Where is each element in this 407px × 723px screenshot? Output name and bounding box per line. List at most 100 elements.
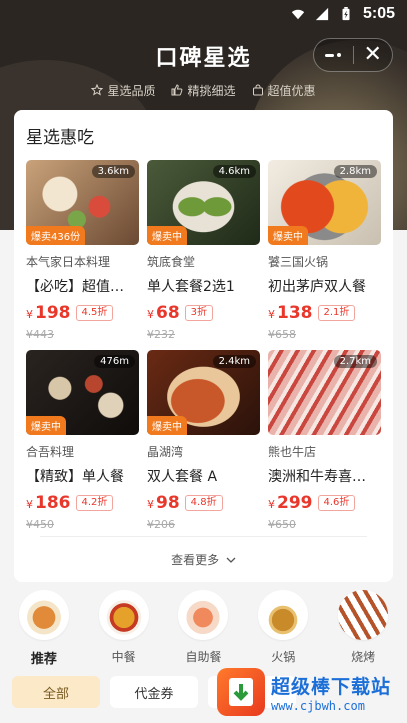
thumbs-up-icon [171, 84, 183, 96]
distance-badge: 3.6km [91, 165, 135, 178]
category-label: 火锅 [271, 650, 296, 664]
sales-badge: 爆卖中 [147, 416, 187, 435]
deal-title: 单人套餐2选1 [147, 279, 235, 295]
deal-price: ¥198 [26, 303, 71, 323]
feature-tags: 星选品质 精挑细选 超值优惠 [0, 80, 407, 100]
deal-item[interactable]: 2.4km 爆卖中 晶湖湾 双人套餐 A ¥98 4.8折 ¥206 [147, 350, 260, 531]
price-row: ¥186 4.2折 [26, 493, 139, 513]
shop-name: 筑底食堂 [147, 255, 196, 269]
recommend-food-icon [18, 590, 69, 640]
feature-quality: 星选品质 [91, 82, 155, 99]
deal-item[interactable]: 4.6km 爆卖中 筑底食堂 单人套餐2选1 ¥68 3折 ¥232 [147, 160, 260, 341]
feature-value: 超值优惠 [252, 82, 316, 99]
shop-name: 晶湖湾 [147, 445, 184, 459]
category-recommend[interactable]: 推荐 [8, 590, 80, 670]
original-price: ¥650 [268, 518, 296, 531]
shop-name: 本气家日本料理 [26, 255, 111, 269]
category-bbq[interactable]: 烧烤 [327, 590, 399, 670]
card-title: 星选惠吃 [26, 128, 94, 148]
deal-price: ¥186 [26, 493, 71, 513]
chinese-food-icon [98, 590, 149, 640]
buffet-food-icon [178, 590, 229, 640]
price-row: ¥138 2.1折 [268, 303, 381, 323]
mini-program-capsule: ✕ [313, 38, 393, 72]
status-time: 5:05 [362, 5, 395, 22]
distance-badge: 2.7km [333, 355, 377, 368]
deal-title: 【精致】单人餐 [26, 469, 124, 485]
price-row: ¥299 4.6折 [268, 493, 381, 513]
wifi-icon [291, 9, 305, 20]
deal-title: 初出茅庐双人餐 [268, 279, 366, 295]
more-dot-icon [325, 53, 335, 57]
deal-item[interactable]: 2.8km 爆卖中 饕三国火锅 初出茅庐双人餐 ¥138 2.1折 ¥658 [268, 160, 381, 341]
distance-badge: 476m [94, 355, 135, 368]
category-hotpot[interactable]: 火锅 [247, 590, 319, 670]
deal-image: 3.6km 爆卖436份 [26, 160, 139, 245]
distance-badge: 2.8km [333, 165, 377, 178]
price-row: ¥198 4.5折 [26, 303, 139, 323]
feature-label: 精挑细选 [187, 83, 236, 98]
watermark-url: www.cjbwh.com [271, 698, 365, 713]
sales-badge: 爆卖中 [147, 226, 187, 245]
feature-label: 星选品质 [107, 83, 156, 98]
category-buffet[interactable]: 自助餐 [167, 590, 239, 670]
deal-price: ¥299 [268, 493, 313, 513]
battery-icon [342, 7, 350, 21]
deal-price: ¥98 [147, 493, 180, 513]
shop-name: 熊也牛店 [268, 445, 317, 459]
sales-badge: 爆卖中 [268, 226, 308, 245]
distance-badge: 4.6km [212, 165, 256, 178]
bbq-skewer-icon [338, 590, 389, 640]
discount-tag: 3折 [184, 305, 214, 321]
divider [40, 536, 367, 537]
original-price: ¥443 [26, 328, 54, 341]
distance-badge: 2.4km [212, 355, 256, 368]
close-button[interactable]: ✕ [353, 38, 392, 72]
see-more-label: 查看更多 [171, 553, 220, 567]
price-row: ¥98 4.8折 [147, 493, 260, 513]
discount-tag: 4.6折 [317, 495, 356, 511]
deal-image: 2.4km 爆卖中 [147, 350, 260, 435]
see-more-button[interactable]: 查看更多 [14, 551, 393, 568]
hotpot-icon [258, 590, 309, 640]
signal-icon [315, 7, 329, 21]
price-row: ¥68 3折 [147, 303, 260, 323]
feature-curated: 精挑细选 [171, 82, 236, 99]
chevron-down-icon [226, 557, 236, 563]
category-chinese[interactable]: 中餐 [88, 590, 160, 670]
deal-image: 2.8km 爆卖中 [268, 160, 381, 245]
deal-image: 476m 爆卖中 [26, 350, 139, 435]
more-dot-icon [337, 53, 342, 57]
download-logo-icon [217, 668, 265, 716]
star-icon [91, 84, 104, 96]
deal-item[interactable]: 476m 爆卖中 合吾料理 【精致】单人餐 ¥186 4.2折 ¥450 [26, 350, 139, 531]
more-button[interactable] [314, 53, 353, 57]
deal-item[interactable]: 3.6km 爆卖436份 本气家日本料理 【必吃】超值… ¥198 4.5折 ¥… [26, 160, 139, 341]
bag-icon [252, 84, 263, 96]
shop-name: 饕三国火锅 [268, 255, 329, 269]
deals-card: 星选惠吃 3.6km 爆卖436份 本气家日本料理 【必吃】超值… ¥198 4… [14, 110, 393, 582]
deal-title: 【必吃】超值… [26, 279, 124, 295]
category-nav: 推荐 中餐 自助餐 火锅 烧烤 [0, 590, 407, 670]
original-price: ¥206 [147, 518, 175, 531]
category-label: 烧烤 [351, 650, 376, 664]
deal-title: 双人套餐 A [147, 469, 218, 485]
watermark-title: 超级棒下载站 [271, 675, 392, 698]
filter-voucher[interactable]: 代金券 [110, 676, 198, 708]
category-label: 推荐 [30, 652, 57, 667]
category-label: 自助餐 [185, 650, 222, 664]
category-label: 中餐 [111, 650, 136, 664]
deal-item[interactable]: 2.7km 熊也牛店 澳洲和牛寿喜… ¥299 4.6折 ¥650 [268, 350, 381, 531]
deal-image: 2.7km [268, 350, 381, 435]
original-price: ¥232 [147, 328, 175, 341]
filter-all[interactable]: 全部 [12, 676, 100, 708]
original-price: ¥450 [26, 518, 54, 531]
feature-label: 超值优惠 [267, 83, 316, 98]
shop-name: 合吾料理 [26, 445, 75, 459]
sales-badge: 爆卖中 [26, 416, 66, 435]
sales-badge: 爆卖436份 [26, 226, 86, 245]
close-icon: ✕ [363, 42, 382, 67]
deal-price: ¥68 [147, 303, 180, 323]
title-bar: 口碑星选 ✕ [0, 34, 407, 78]
discount-tag: 4.2折 [75, 495, 114, 511]
